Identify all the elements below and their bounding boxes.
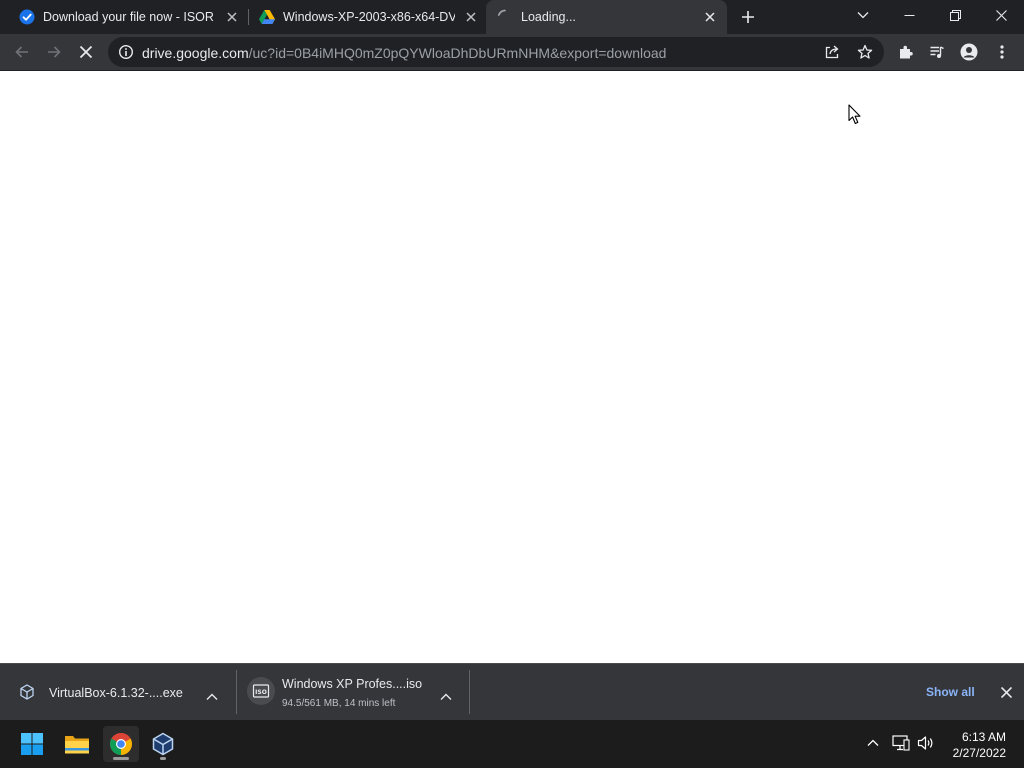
puzzle-icon (900, 45, 913, 59)
forward-button[interactable] (40, 38, 68, 66)
close-tab-icon[interactable] (463, 9, 479, 25)
clock-date: 2/27/2022 (952, 746, 1006, 760)
tab-search-button[interactable] (840, 0, 886, 30)
screen: Download your file now - ISORIVER Window… (0, 0, 1024, 768)
url-text: drive.google.com/uc?id=0B4iMHQ0mZ0pQYWlo… (142, 45, 666, 61)
mouse-cursor-icon (848, 104, 862, 130)
download-shelf: VirtualBox-6.1.32-....exe ISO Windows XP… (0, 663, 1024, 720)
loading-spinner-icon (497, 9, 513, 25)
volume-icon[interactable] (915, 732, 937, 754)
close-icon (1000, 686, 1012, 698)
chevron-up-icon[interactable] (206, 688, 218, 706)
download-filename: Windows XP Profes....iso (282, 677, 423, 691)
virtualbox-icon (19, 684, 35, 705)
network-icon[interactable] (890, 732, 912, 754)
close-window-button[interactable] (978, 0, 1024, 30)
clock-time: 6:13 AM (961, 730, 1006, 744)
chrome-icon[interactable] (103, 726, 139, 762)
tab-title: Loading... (521, 10, 576, 24)
minimize-icon (904, 14, 914, 16)
tab-title: Download your file now - ISORIVER (43, 10, 215, 24)
svg-text:ISO: ISO (255, 689, 267, 696)
running-indicator (160, 757, 166, 760)
close-tab-icon[interactable] (702, 9, 718, 25)
extensions-button[interactable] (892, 38, 920, 66)
show-hidden-icons-button[interactable] (862, 732, 884, 754)
media-control-button[interactable] (923, 38, 951, 66)
running-indicator (113, 757, 129, 760)
bookmark-star-icon[interactable] (857, 44, 873, 65)
tab-isoriver[interactable]: Download your file now - ISORIVER (8, 0, 246, 34)
new-tab-button[interactable] (737, 6, 759, 28)
tab-loading[interactable]: Loading... (486, 0, 727, 34)
chevron-down-icon (857, 12, 869, 19)
restore-button[interactable] (932, 0, 978, 30)
profile-button[interactable] (955, 38, 983, 66)
iso-disc-icon: ISO (247, 677, 275, 705)
menu-button[interactable] (988, 38, 1016, 66)
site-info-icon[interactable] (118, 44, 134, 65)
google-drive-icon (259, 9, 275, 25)
show-all-downloads-link[interactable]: Show all (926, 685, 975, 699)
address-bar[interactable]: drive.google.com/uc?id=0B4iMHQ0mZ0pQYWlo… (108, 37, 884, 67)
check-circle-icon (19, 9, 35, 25)
system-clock[interactable]: 6:13 AM 2/27/2022 (940, 729, 1006, 761)
tab-google-drive[interactable]: Windows-XP-2003-x86-x64-DVD... (248, 0, 484, 34)
close-shelf-button[interactable] (997, 683, 1015, 701)
download-filename: VirtualBox-6.1.32-....exe (49, 686, 183, 700)
arrow-left-icon (15, 46, 28, 58)
download-item-windows-xp[interactable]: ISO Windows XP Profes....iso 94.5/561 MB… (237, 664, 469, 720)
chevron-up-icon[interactable] (440, 688, 452, 706)
share-icon[interactable] (824, 44, 840, 65)
download-progress-text: 94.5/561 MB, 14 mins left (282, 698, 396, 709)
page-content (0, 71, 1024, 663)
close-tab-icon[interactable] (224, 9, 240, 25)
restore-icon (949, 9, 961, 21)
minimize-button[interactable] (886, 0, 932, 30)
stop-loading-button[interactable] (72, 38, 100, 66)
tab-title: Windows-XP-2003-x86-x64-DVD... (283, 10, 455, 24)
browser-toolbar: drive.google.com/uc?id=0B4iMHQ0mZ0pQYWlo… (0, 34, 1024, 70)
more-vertical-icon (1000, 45, 1004, 59)
stop-icon (79, 45, 93, 59)
url-host: drive.google.com (142, 45, 249, 61)
windows-taskbar: 6:13 AM 2/27/2022 (0, 720, 1024, 768)
file-explorer-icon[interactable] (59, 726, 95, 762)
url-path: /uc?id=0B4iMHQ0mZ0pQYWloaDhDbURmNHM&expo… (248, 45, 667, 61)
windows-start-icon[interactable] (14, 726, 50, 762)
chevron-up-icon (867, 739, 879, 746)
avatar-icon (960, 43, 978, 61)
back-button[interactable] (8, 38, 36, 66)
plus-icon (742, 11, 754, 23)
virtualbox-icon[interactable] (145, 726, 181, 762)
download-item-virtualbox[interactable]: VirtualBox-6.1.32-....exe (0, 664, 236, 720)
tab-strip: Download your file now - ISORIVER Window… (0, 0, 1024, 34)
close-icon (995, 9, 1007, 21)
arrow-right-icon (48, 46, 61, 58)
download-separator (469, 670, 470, 714)
playlist-icon (930, 46, 944, 58)
